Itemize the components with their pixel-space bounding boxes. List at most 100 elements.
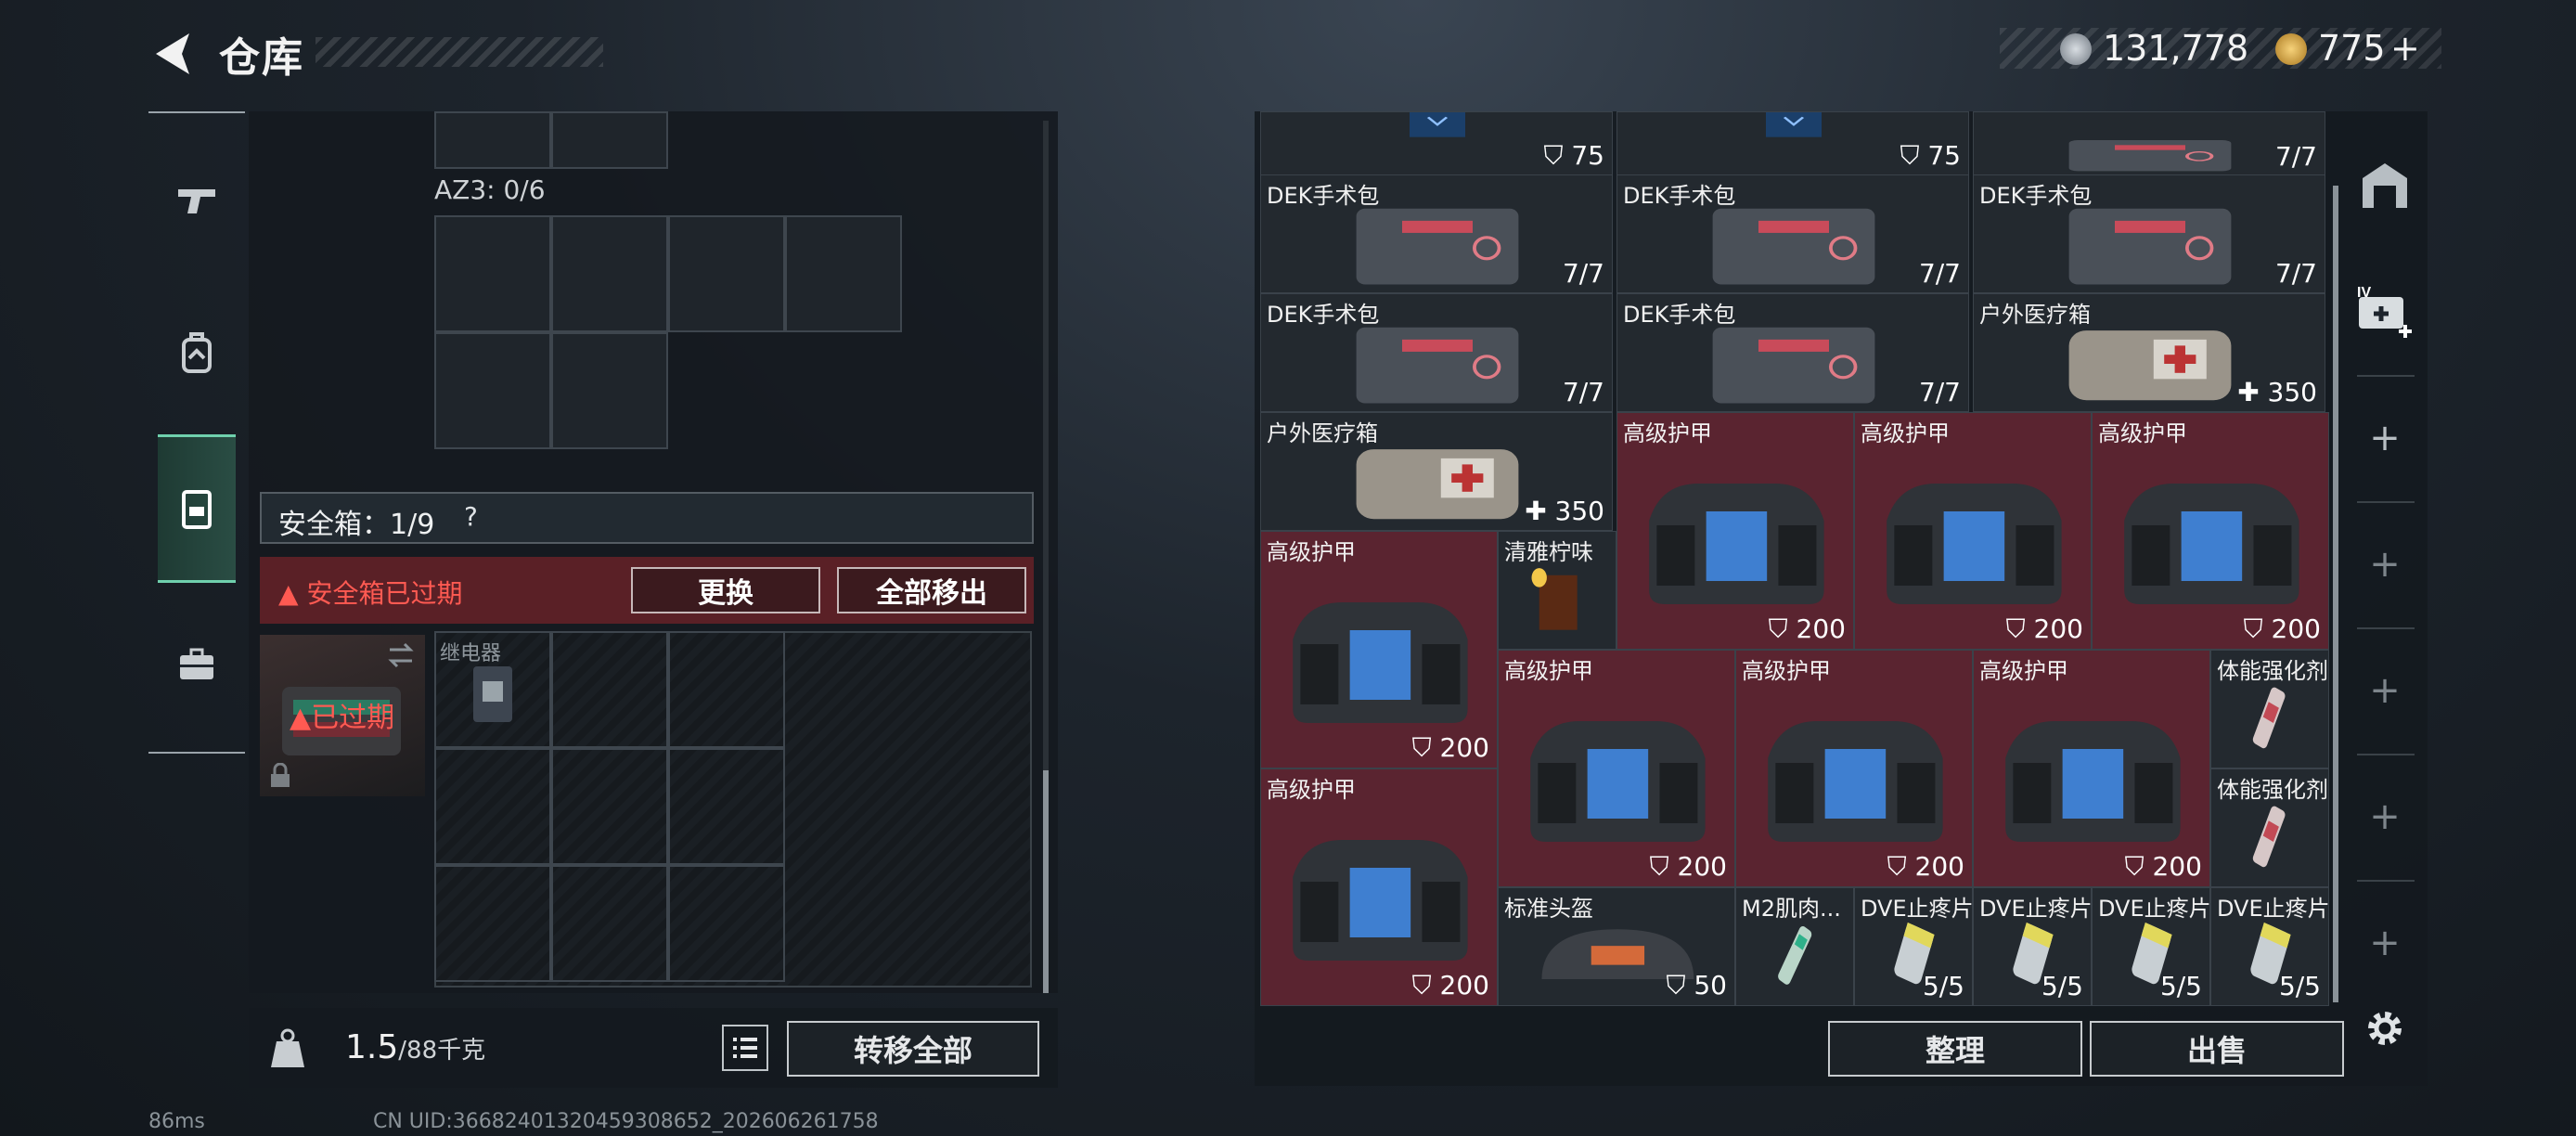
nav-weapons[interactable] [158,145,236,256]
safe-box-slot[interactable] [551,865,668,982]
kit-icon [1356,208,1519,285]
chest-rig-icon [182,490,212,529]
az3-slot[interactable] [668,215,785,332]
safe-box-slot[interactable] [668,631,785,748]
stash-item[interactable]: 清雅柠味 [1498,531,1616,650]
stash-item[interactable]: 体能强化剂 [2210,768,2329,887]
item-count-value: 5/5 [2041,971,2083,1001]
stash-item[interactable]: DVE止疼片 5/5 [1854,887,1973,1006]
az3-slot[interactable] [551,332,668,449]
medbag-icon [1356,449,1519,520]
warning-icon: ▲ [278,578,307,609]
add-tab-button[interactable]: + [2357,915,2413,971]
stash-item[interactable]: 高级护甲 ⛉ 200 [1498,650,1735,887]
container-slot[interactable] [434,111,551,169]
sell-button[interactable]: 出售 [2090,1021,2344,1077]
item-count-value: 200 [1439,732,1489,763]
stash-item[interactable]: 7/7 [1973,111,2325,176]
page-title: 仓库 [219,34,304,82]
back-arrow-icon[interactable] [148,28,195,80]
safe-box-slot[interactable] [434,865,551,982]
shield-icon: ⛉ [2005,613,2034,644]
stash-item[interactable]: M2肌肉... [1735,887,1854,1006]
item-count: 7/7 [2275,258,2317,289]
az3-slot[interactable] [434,332,551,449]
stash-item[interactable]: 高级护甲 ⛉ 200 [1854,412,2092,650]
safe-box-slot[interactable] [434,748,551,865]
item-name: 高级护甲 [1267,777,1356,803]
stash-item[interactable]: DVE止疼片 5/5 [2092,887,2210,1006]
add-tab-button[interactable]: + [2357,536,2413,592]
az3-slot[interactable] [551,215,668,332]
armor-icon [1766,112,1822,137]
container-slot[interactable] [551,111,668,169]
transfer-all-button[interactable]: 转移全部 [787,1021,1039,1077]
stash-item[interactable]: 高级护甲 ⛉ 200 [2092,412,2329,650]
vendor-icon[interactable] [2357,158,2413,213]
stash-item[interactable]: 高级护甲 ⛉ 200 [1616,412,1854,650]
stash-item[interactable]: 体能强化剂 [2210,650,2329,768]
safe-box-slot[interactable] [551,631,668,748]
item-count: ⛉ 200 [2125,851,2202,883]
sort-button[interactable]: 整理 [1828,1021,2082,1077]
add-tab-button[interactable]: + [2357,410,2413,466]
stash-item[interactable]: DVE止疼片 5/5 [2210,887,2329,1006]
stash-item[interactable]: 高级护甲 ⛉ 200 [1735,650,1973,887]
nav-backpack[interactable] [158,297,236,408]
stash-item[interactable]: DVE止疼片 5/5 [1973,887,2092,1006]
relay-icon [473,666,512,722]
case-icon [180,648,213,679]
item-count: 5/5 [2160,971,2202,1001]
add-tab-button[interactable]: + [2357,663,2413,718]
stash-item[interactable]: DEK手术包 7/7 [1616,293,1969,412]
add-premium-button[interactable]: + [2390,28,2420,69]
item-count-value: 7/7 [1562,258,1604,289]
left-scrollbar[interactable] [1043,770,1049,993]
az3-slot[interactable] [785,215,902,332]
stash-item[interactable]: DEK手术包 7/7 [1616,174,1969,293]
az3-slot[interactable] [434,215,551,332]
stash-scrollbar[interactable] [2333,186,2338,1002]
safe-box-slot[interactable] [551,748,668,865]
safe-box-slot[interactable] [668,865,785,982]
item-count-value: ✚ 350 [1525,496,1604,526]
backpack-icon [182,332,212,373]
weight-value: 1.5 [345,1028,399,1066]
swap-icon[interactable] [386,642,416,668]
item-name: DEK手术包 [1267,183,1380,209]
item-count-value: 7/7 [1562,377,1604,407]
nav-cases[interactable] [158,609,236,720]
stash-item[interactable]: 高级护甲 ⛉ 200 [1260,531,1498,768]
safe-box-help-button[interactable]: ? [464,501,478,532]
nav-chest-rig[interactable] [158,434,236,583]
list-view-button[interactable] [722,1025,768,1071]
syringe-icon [2252,806,2286,867]
item-count: ⛉ 200 [2006,613,2083,645]
stash-item[interactable]: 标准头盔 ⛉ 50 [1498,887,1735,1006]
rail-divider [2357,375,2415,377]
shield-icon: ⛉ [1411,732,1440,763]
add-tab-button[interactable]: + [2357,789,2413,845]
gear-icon[interactable] [2359,1002,2411,1054]
stash-item[interactable]: DEK手术包 7/7 [1260,174,1613,293]
stash-item[interactable]: 户外医疗箱 ✚ 350 [1973,293,2325,412]
stash-item[interactable]: 高级护甲 ⛉ 200 [1260,768,1498,1006]
kit-icon [2068,208,2232,285]
stash-item[interactable]: DEK手术包 7/7 [1260,293,1613,412]
safe-box-slot[interactable] [668,748,785,865]
item-name: 清雅柠味 [1504,539,1593,565]
med-tab-icon[interactable]: IV [2353,284,2416,340]
replace-button[interactable]: 更换 [631,567,820,613]
move-all-out-button[interactable]: 全部移出 [837,567,1026,613]
stash-item[interactable]: 高级护甲 ⛉ 200 [1973,650,2210,887]
item-name: M2肌肉... [1742,896,1841,922]
item-count: ⛉ 200 [1769,613,1846,645]
uid-readout: CN UID:3668240132045930865​2_20260626175… [373,1110,879,1133]
stash-item[interactable]: DEK手术包 7/7 [1973,174,2325,293]
shield-icon: ⛉ [1887,851,1915,882]
item-name: DVE止疼片 [1979,896,2092,922]
item-name: 体能强化剂 [2217,658,2328,684]
stash-item[interactable]: ⛉ 75 [1260,111,1613,176]
stash-item[interactable]: 户外医疗箱 ✚ 350 [1260,412,1613,531]
stash-item[interactable]: ⛉ 75 [1616,111,1969,176]
